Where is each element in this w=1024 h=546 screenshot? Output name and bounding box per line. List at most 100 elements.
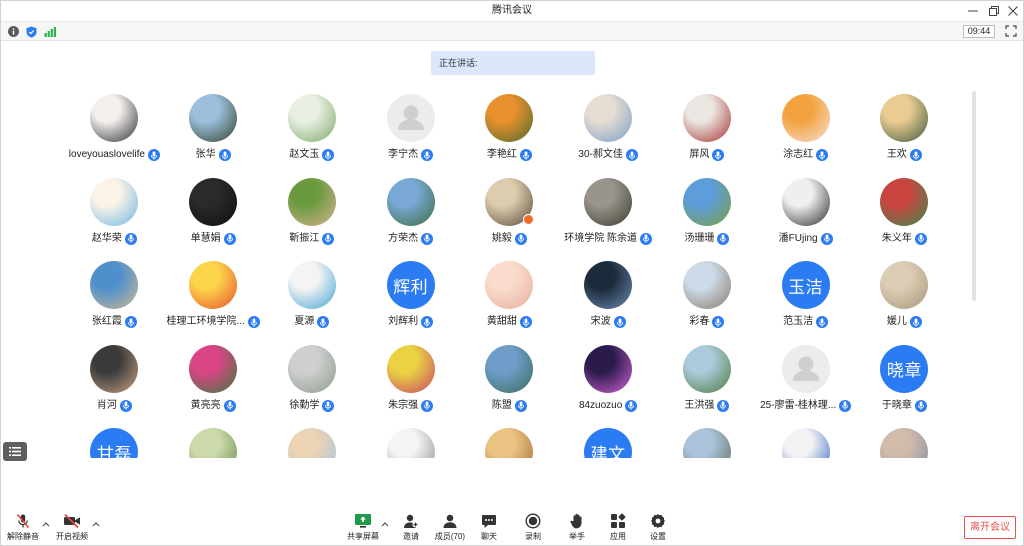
raise-hand-button[interactable]: 举手	[554, 513, 600, 543]
mic-glyph	[320, 318, 327, 327]
participant-tile[interactable]: 媛儿	[855, 261, 954, 345]
mic-icon	[514, 399, 527, 412]
share-screen-button[interactable]: 共享屏幕	[340, 513, 386, 543]
speaking-banner: 正在讲话:	[431, 51, 595, 75]
record-button[interactable]: 录制	[510, 513, 556, 543]
participant-name-row: 潘FUjing	[779, 232, 833, 246]
participant-tile[interactable]: 环境学院 陈余道	[559, 177, 658, 262]
start-video-button[interactable]: 开启视频	[49, 513, 95, 543]
participant-tile[interactable]: 李艳红	[460, 94, 559, 178]
participant-tile[interactable]	[855, 428, 954, 458]
participant-tile[interactable]: 玉洁 范玉洁	[756, 261, 855, 345]
record-icon	[525, 513, 541, 529]
participant-tile[interactable]: 建文	[559, 428, 658, 458]
participant-name-row: 30-郝文佳	[578, 148, 638, 162]
mic-glyph	[912, 318, 920, 327]
layout-list-button[interactable]	[3, 442, 27, 461]
members-icon	[443, 514, 457, 528]
participant-tile[interactable]: 辉利 刘辉利	[361, 261, 460, 345]
mic-glyph	[642, 234, 650, 243]
participant-avatar	[781, 344, 830, 393]
members-label: 成员(70)	[434, 532, 466, 541]
participant-tile[interactable]	[460, 428, 559, 458]
meeting-timer: 09:44	[963, 25, 995, 38]
participant-tile[interactable]: 王洪强	[658, 344, 757, 429]
mic-glyph	[823, 234, 830, 243]
mic-glyph	[517, 234, 525, 243]
participant-name-row: 姚毅	[492, 232, 527, 246]
participant-name-row: 李艳红	[487, 148, 532, 162]
participant-avatar	[880, 428, 929, 458]
participant-tile[interactable]: 李宁杰	[361, 94, 460, 178]
default-person-icon	[397, 105, 424, 130]
leave-meeting-button[interactable]: 离开会议	[964, 516, 1016, 539]
participant-tile[interactable]: 张华	[164, 94, 263, 178]
participant-tile[interactable]	[263, 428, 362, 458]
participant-tile[interactable]: 潘FUjing	[756, 177, 855, 262]
participant-tile[interactable]: 彩春	[658, 261, 757, 345]
participant-name: 汤珊珊	[684, 232, 715, 244]
participant-tile[interactable]: 汤珊珊	[658, 177, 757, 262]
participant-name: 姚毅	[491, 232, 512, 244]
participant-avatar	[485, 428, 534, 458]
participant-tile[interactable]: 姚毅	[460, 177, 559, 262]
participant-tile[interactable]	[756, 428, 855, 458]
participant-tile[interactable]: 84zuozuo	[559, 344, 658, 429]
participant-tile[interactable]: 陈盟	[460, 344, 559, 429]
mic-glyph	[325, 234, 332, 243]
participant-name-row: 王欢	[887, 148, 922, 162]
raise-hand-label: 举手	[569, 532, 585, 541]
unmute-button[interactable]: 解除静音	[1, 513, 46, 543]
participant-tile[interactable]: 30-郝文佳	[559, 94, 658, 178]
shield-icon[interactable]	[26, 26, 37, 38]
participant-tile[interactable]: loveyouaslovelife	[65, 94, 164, 178]
grid-scrollbar[interactable]	[972, 91, 976, 301]
participant-name: 84zuozuo	[578, 399, 623, 411]
participant-name-row: 王洪强	[684, 399, 730, 413]
participant-tile[interactable]: 屏风	[658, 94, 757, 178]
chevron-up-icon[interactable]	[92, 521, 100, 527]
participant-tile[interactable]: 桂理工环境学院...	[164, 261, 263, 345]
participant-tile[interactable]	[361, 428, 460, 458]
close-icon[interactable]	[1007, 5, 1019, 17]
participant-tile[interactable]	[658, 428, 757, 458]
participant-tile[interactable]: 赵文玉	[263, 94, 362, 178]
participant-tile[interactable]: 甘磊	[65, 428, 164, 458]
unmute-label: 解除静音	[7, 532, 39, 541]
participant-tile[interactable]: 徐勤学	[263, 344, 362, 429]
fullscreen-icon[interactable]	[1005, 25, 1017, 37]
restore-icon[interactable]	[988, 5, 1000, 17]
participant-tile[interactable]: 夏源	[263, 261, 362, 345]
participant-tile[interactable]: 赵华荣	[65, 177, 164, 262]
participant-tile[interactable]: 张红霞	[65, 261, 164, 345]
participant-name: 李艳红	[486, 149, 517, 160]
participant-tile[interactable]: 单慧娟	[164, 177, 263, 262]
participant-tile[interactable]: 黄亮亮	[164, 344, 263, 429]
participant-name: 夏源	[294, 316, 315, 327]
participant-tile[interactable]: 方荣杰	[361, 177, 460, 262]
participant-tile[interactable]: 肖河	[65, 344, 164, 429]
settings-button[interactable]: 设置	[635, 513, 681, 543]
participant-tile[interactable]: 黄甜甜	[460, 261, 559, 345]
participant-tile[interactable]: 靳振江	[263, 177, 362, 262]
participant-tile[interactable]: 朱宗强	[361, 344, 460, 429]
mic-icon	[421, 232, 434, 245]
mic-glyph	[715, 318, 722, 327]
list-icon	[9, 447, 21, 456]
participant-tile[interactable]: 王欢	[855, 94, 954, 178]
participant-tile[interactable]: 朱义年	[855, 177, 954, 262]
participant-tile[interactable]: 宋波	[559, 261, 658, 345]
participant-tile[interactable]: 25-廖雷-桂林理...	[756, 344, 855, 429]
participant-tile[interactable]: 晓章 于晓章	[855, 344, 954, 429]
participant-tile[interactable]: 涂志红	[756, 94, 855, 178]
title-bar: 腾讯会议	[1, 1, 1023, 21]
signal-icon[interactable]	[44, 26, 56, 37]
info-icon[interactable]	[8, 26, 19, 37]
chat-button[interactable]: 聊天	[466, 513, 512, 543]
mic-icon	[839, 399, 852, 412]
mic-icon	[223, 399, 236, 412]
participant-tile[interactable]	[164, 428, 263, 458]
minimize-icon[interactable]	[967, 5, 979, 17]
participant-name-row: 朱宗强	[388, 399, 434, 413]
participant-name-row: 赵华荣	[92, 232, 137, 246]
